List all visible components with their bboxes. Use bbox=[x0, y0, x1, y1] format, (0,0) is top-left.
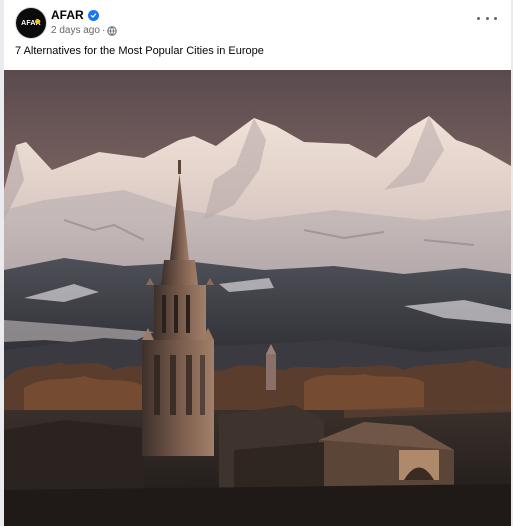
post-card: AFAR AFAR 2 days ago · 7 Alternatives fo… bbox=[4, 0, 511, 526]
small-tower bbox=[266, 354, 276, 390]
verified-badge-icon bbox=[87, 9, 99, 21]
post-timestamp-link[interactable]: 2 days ago bbox=[51, 25, 100, 36]
page-avatar[interactable]: AFAR bbox=[16, 8, 46, 38]
page-name-link[interactable]: AFAR bbox=[51, 8, 84, 22]
post-meta: 2 days ago · bbox=[51, 25, 117, 36]
meta-separator: · bbox=[101, 25, 106, 36]
more-options-icon[interactable] bbox=[477, 12, 497, 24]
post-caption: 7 Alternatives for the Most Popular Citi… bbox=[15, 45, 264, 57]
page-name-row: AFAR bbox=[51, 8, 99, 22]
avatar-logo-dot bbox=[35, 19, 40, 24]
post-photo[interactable] bbox=[4, 70, 511, 526]
globe-icon bbox=[107, 25, 117, 36]
